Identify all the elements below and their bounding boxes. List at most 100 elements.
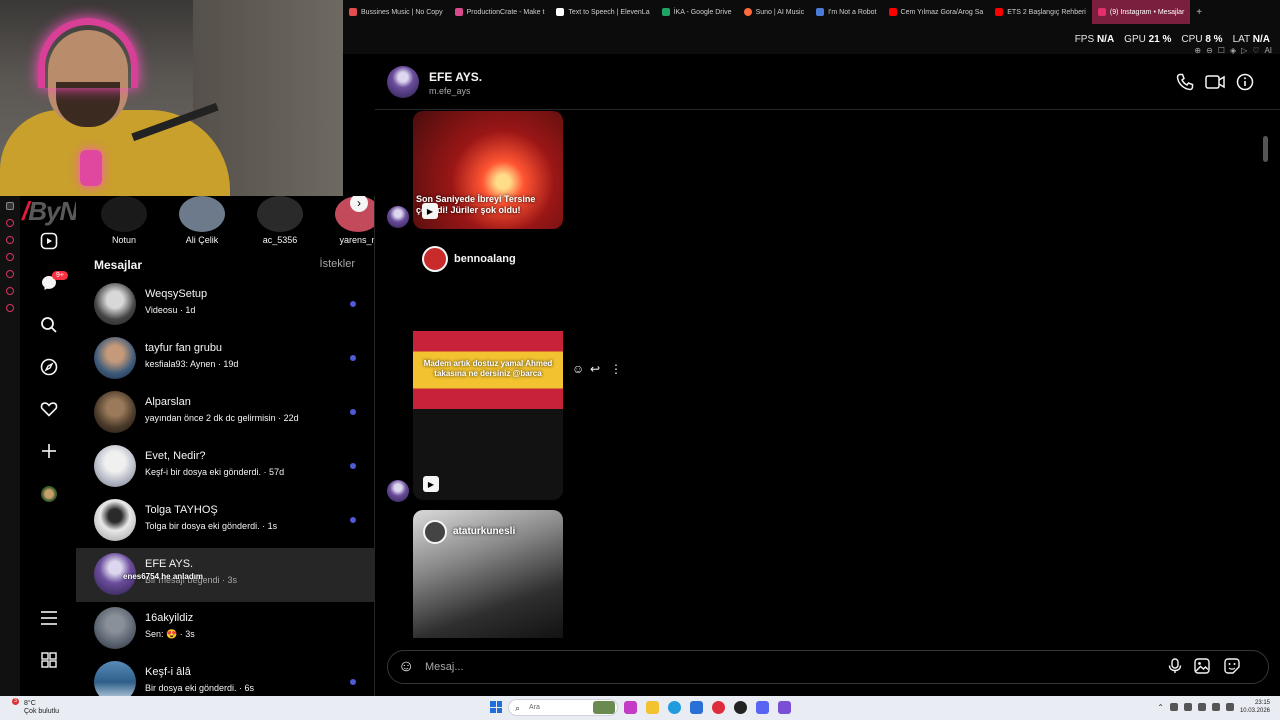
tab-label: ETS 2 Başlangıç Rehberi (1007, 8, 1086, 16)
taskbar-app-icon[interactable] (778, 701, 791, 714)
taskbar-widget-icon[interactable] (593, 701, 615, 714)
taskbar-copilot-icon[interactable] (624, 701, 637, 714)
taskbar-clock[interactable]: 23:15 10.03.2026 (1240, 699, 1270, 715)
search-icon[interactable] (37, 313, 61, 337)
tab-favicon-icon (888, 8, 897, 16)
note-item[interactable]: ac_5356 (252, 196, 308, 245)
react-emoji-icon[interactable]: ☺ (572, 362, 584, 376)
conversation-name: Alparslan (145, 396, 191, 408)
conversation-item[interactable]: Keşf-i âlâ Bir dosya eki gönderdi. · 6s (76, 656, 374, 696)
conversation-item[interactable]: WeqsySetup Videosu · 1d (76, 278, 374, 332)
reel-author-name[interactable]: ataturkunesli (453, 526, 515, 537)
stream-chat-overlay: enes6754 he anladım (123, 572, 204, 581)
tab-favicon-icon (349, 8, 357, 16)
dock-item-icon[interactable] (6, 270, 14, 278)
heart-icon[interactable] (37, 397, 61, 421)
note-name: Ali Çelik (185, 235, 219, 245)
browser-tab-active[interactable]: (9) Instagram • Mesajlar (1091, 0, 1191, 24)
conversation-preview: Keşf-i bir dosya eki gönderdi. · 57d (145, 467, 285, 477)
reply-icon[interactable]: ↩ (590, 362, 600, 376)
dock-item-icon[interactable] (6, 253, 14, 261)
browser-tab[interactable]: Bussines Music | No Copy (343, 0, 449, 24)
emoji-picker-icon[interactable]: ☺ (398, 658, 414, 676)
dock-item-icon[interactable] (6, 219, 14, 227)
tray-icon[interactable] (1197, 703, 1206, 711)
shared-reel-message[interactable]: ataturkunesli (413, 510, 563, 638)
conversation-avatar (94, 607, 136, 649)
conversation-item-active[interactable]: EFE AYS. Bir mesajı beğendi · 3s (76, 548, 374, 602)
edge-browser-icon[interactable] (668, 701, 681, 714)
menu-hamburger-icon[interactable] (37, 606, 61, 630)
conversation-item[interactable]: Evet, Nedir? Keşf-i bir dosya eki gönder… (76, 440, 374, 494)
chat-contact-name[interactable]: EFE AYS. (429, 70, 482, 84)
browser-tab[interactable]: Cem Yılmaz Gora/Arog Sa (883, 0, 990, 24)
tray-icon[interactable] (1183, 703, 1192, 711)
conversation-avatar (94, 499, 136, 541)
conversation-avatar (94, 445, 136, 487)
conversation-preview: yayından önce 2 dk dc gelirmisin · 22d (145, 413, 299, 423)
browser-tab[interactable]: I'm Not a Robot (810, 0, 882, 24)
scrollbar-thumb[interactable] (1263, 136, 1268, 162)
tray-icon[interactable] (1169, 703, 1178, 711)
voice-message-icon[interactable] (1168, 658, 1182, 678)
profile-avatar[interactable] (37, 482, 61, 506)
image-upload-icon[interactable] (1194, 658, 1210, 678)
sticker-icon[interactable] (1224, 658, 1240, 678)
reel-author-name[interactable]: bennoalang (454, 253, 516, 265)
note-item[interactable]: Ali Çelik (174, 196, 230, 245)
conversation-avatar (94, 337, 136, 379)
chat-avatar[interactable] (387, 66, 419, 98)
browser-tab[interactable]: İKA - Google Drive (656, 0, 738, 24)
browser-tab[interactable]: Suno | AI Music (738, 0, 811, 24)
reels-icon[interactable] (37, 229, 61, 253)
browser-tab[interactable]: Text to Speech | ElevenLa (550, 0, 655, 24)
conversation-item[interactable]: Alparslan yayından önce 2 dk dc gelirmis… (76, 386, 374, 440)
taskbar-app-icon[interactable] (690, 701, 703, 714)
shared-reel-message[interactable]: bennoalang Madem artık dostuz yamal Ahme… (413, 236, 563, 500)
discord-icon[interactable] (756, 701, 769, 714)
weather-widget[interactable]: 8°C Çok bulutlu (24, 700, 59, 716)
file-explorer-icon[interactable] (646, 701, 659, 714)
video-call-icon[interactable] (1205, 72, 1225, 92)
windows-start-icon[interactable] (490, 701, 502, 713)
conversation-name: 16akyildiz (145, 612, 194, 624)
dock-item-icon[interactable] (6, 202, 14, 210)
note-item[interactable]: Notun (96, 196, 152, 245)
obs-icon[interactable] (734, 701, 747, 714)
conversation-item[interactable]: 16akyildiz Sen: 😍 · 3s (76, 602, 374, 656)
sender-avatar (387, 206, 409, 228)
play-icon[interactable]: ▶ (422, 203, 438, 219)
reel-author-avatar (422, 246, 448, 272)
conversation-item[interactable]: Tolga TAYHOŞ Tolga bir dosya eki gönderd… (76, 494, 374, 548)
conversation-name: Evet, Nedir? (145, 450, 206, 462)
tab-label: Text to Speech | ElevenLa (568, 8, 650, 16)
play-icon[interactable]: ▶ (423, 476, 439, 492)
volume-icon[interactable] (1225, 703, 1234, 711)
chat-scrollbar[interactable] (1263, 124, 1268, 644)
clock-date: 10.03.2026 (1239, 708, 1270, 714)
dock-item-icon[interactable] (6, 236, 14, 244)
requests-link[interactable]: İstekler (320, 258, 355, 270)
fps-value: N/A (1096, 34, 1115, 45)
threads-grid-icon[interactable] (37, 648, 61, 672)
conversation-item[interactable]: tayfur fan grubu kesfiala93: Aynen · 19d (76, 332, 374, 386)
explore-compass-icon[interactable] (37, 355, 61, 379)
conversation-name: Keşf-i âlâ (145, 666, 191, 678)
dock-item-icon[interactable] (6, 287, 14, 295)
opera-browser-icon[interactable] (712, 701, 725, 714)
info-icon[interactable] (1235, 72, 1255, 92)
conversation-name: tayfur fan grubu (145, 342, 223, 354)
message-input[interactable] (425, 657, 1125, 677)
wifi-icon[interactable] (1211, 703, 1220, 711)
create-plus-icon[interactable] (37, 439, 61, 463)
weather-badge: 3 (12, 698, 19, 705)
chevron-up-icon[interactable]: ⌃ (1157, 703, 1164, 712)
phone-call-icon[interactable] (1175, 72, 1195, 92)
browser-tab[interactable]: ProductionCrate - Make t (449, 0, 551, 24)
browser-tab[interactable]: ETS 2 Başlangıç Rehberi (989, 0, 1092, 24)
dock-item-icon[interactable] (6, 304, 14, 312)
conversation-preview: Bir dosya eki gönderdi. · 6s (145, 683, 255, 693)
shared-reel-message[interactable]: Son Saniyede İbreyi Tersine çevirdi! Jür… (413, 111, 563, 229)
more-options-icon[interactable]: ⋮ (610, 362, 622, 376)
new-tab-button[interactable]: + (1190, 7, 1208, 18)
